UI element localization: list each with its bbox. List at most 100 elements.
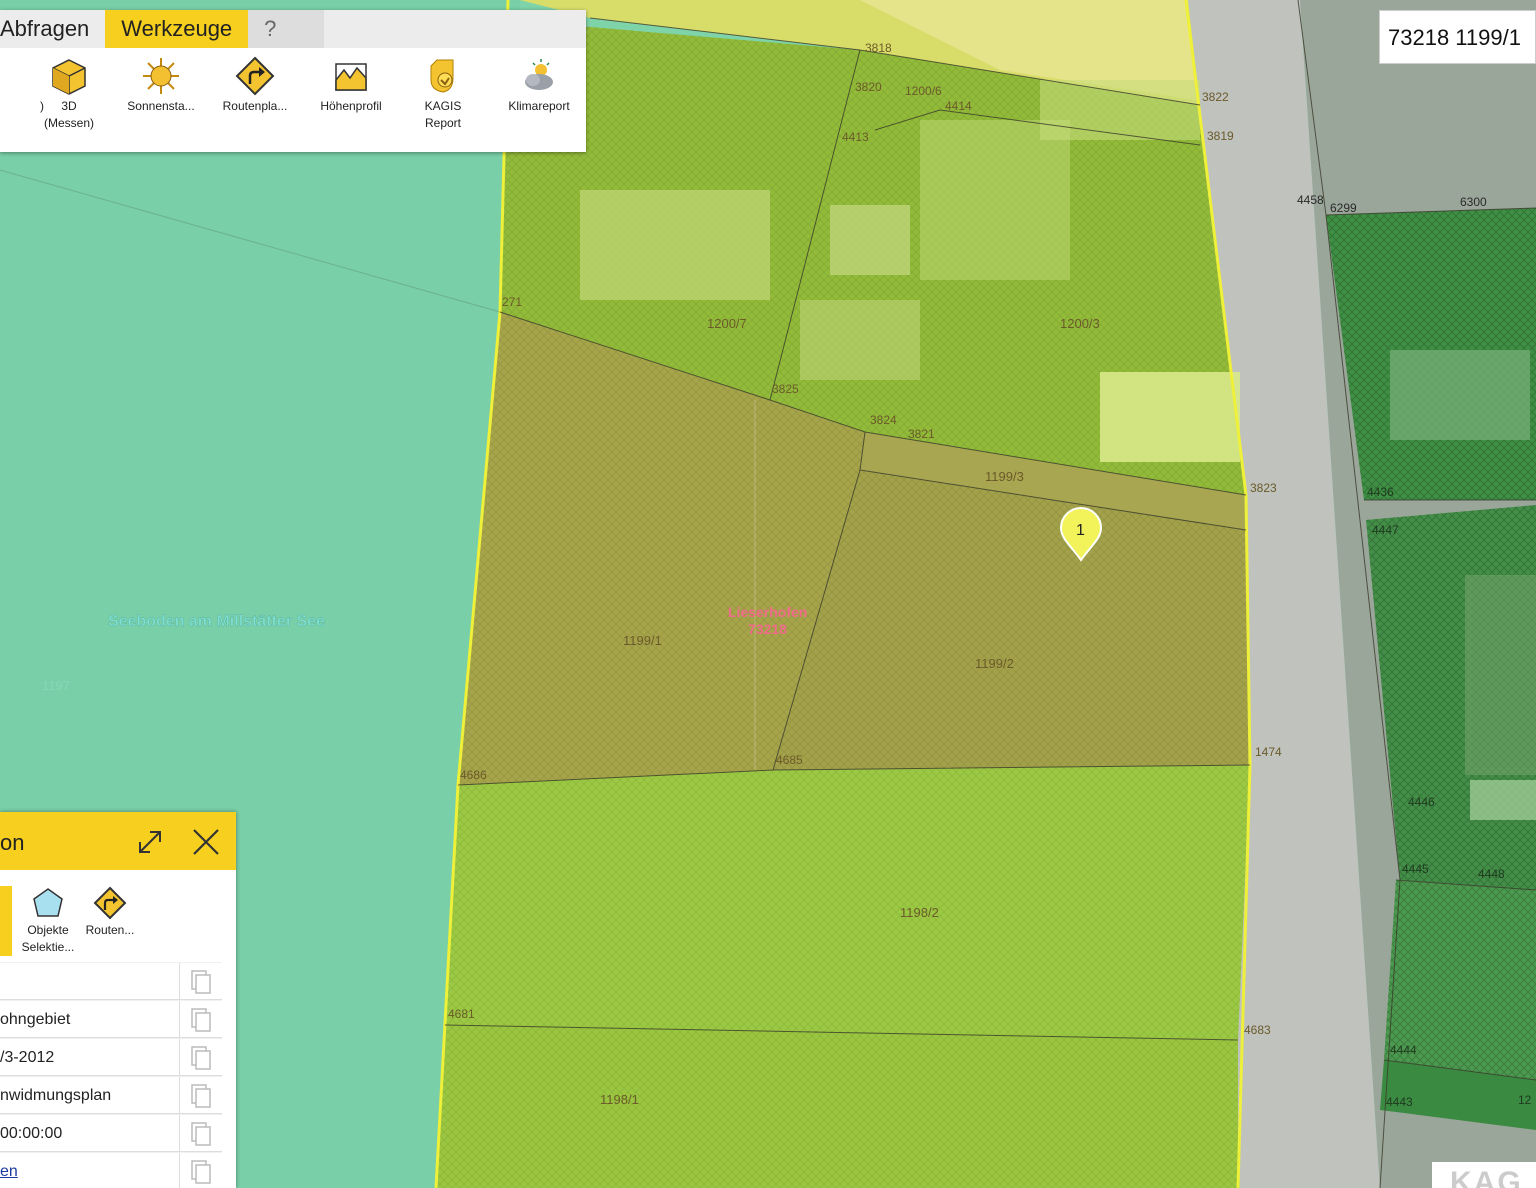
parcel-label-271: 271 — [502, 295, 522, 309]
tool-climate-report[interactable]: Klimareport — [494, 56, 584, 115]
expand-icon[interactable] — [134, 826, 166, 858]
copy-button[interactable] — [180, 1115, 222, 1151]
parcel-label-1199-2: 1199/2 — [975, 656, 1014, 671]
parcel-label-4458: 4458 — [1297, 193, 1324, 207]
copy-icon — [191, 1122, 211, 1146]
tab-werkzeuge[interactable]: Werkzeuge — [105, 10, 249, 48]
copy-button[interactable] — [180, 1001, 222, 1037]
elevation-chart-icon — [335, 63, 367, 91]
attribute-table: ohngebiet /3-2012 nwidmungsplan 00:00:00… — [0, 962, 222, 1188]
parcel-label-4444: 4444 — [1390, 1043, 1417, 1057]
parcel-label-1198-2: 1198/2 — [900, 905, 939, 920]
copy-icon — [191, 1046, 211, 1070]
parcel-label-6300: 6300 — [1460, 195, 1487, 209]
table-row: 00:00:00 — [0, 1114, 222, 1152]
close-icon[interactable] — [190, 826, 222, 858]
parcel-label-4447: 4447 — [1372, 523, 1399, 537]
copy-button[interactable] — [180, 1153, 222, 1188]
parcel-label-4448: 4448 — [1478, 867, 1505, 881]
parcel-label-12: 12 — [1518, 1093, 1532, 1107]
toolbar-tabs: Abfragen Werkzeuge ? — [0, 10, 586, 48]
tab-help[interactable]: ? — [248, 10, 325, 48]
parcel-label-1199-3: 1199/3 — [985, 469, 1024, 484]
parcel-id-label: 73218 1199/1 — [1379, 10, 1536, 64]
parcel-label-3822: 3822 — [1202, 90, 1229, 104]
parcel-label-3820: 3820 — [855, 80, 882, 94]
route-sign-icon — [93, 886, 127, 920]
copy-button[interactable] — [180, 1039, 222, 1075]
tool-label: 3D — [61, 99, 77, 113]
place-label: Seeboden am Millstätter See — [108, 613, 325, 630]
cube-icon — [52, 59, 86, 95]
panel-tool-label: Objekte — [27, 923, 69, 937]
parcel-label-3825: 3825 — [772, 382, 799, 396]
panel-tool-label: Routen... — [85, 923, 135, 937]
row-value — [0, 963, 180, 999]
panel-tool-select-objects[interactable]: Objekte Selektie... — [18, 886, 78, 956]
copy-button[interactable] — [180, 1077, 222, 1113]
panel-title: on — [0, 830, 25, 855]
parcel-label-4414: 4414 — [945, 99, 972, 113]
panel-tool-label-2: Selektie... — [21, 940, 75, 954]
tool-sun-position[interactable]: Sonnensta... — [116, 56, 206, 115]
tool-label-2: (Messen) — [43, 116, 94, 130]
toolbar: Abfragen Werkzeuge ? ) 3D (Messen) Sonne… — [0, 10, 586, 152]
table-row: en — [0, 1152, 222, 1188]
copy-icon — [191, 1008, 211, 1032]
parcel-label-1199-1: 1199/1 — [623, 633, 662, 648]
copy-icon — [191, 970, 211, 994]
toolbar-tools: ) 3D (Messen) Sonnensta... Routenpla... … — [0, 48, 586, 152]
row-value: nwidmungsplan — [0, 1077, 180, 1113]
tool-elevation-profile[interactable]: Höhenprofil — [306, 56, 396, 115]
table-row: nwidmungsplan — [0, 1076, 222, 1114]
polygon-select-icon — [33, 888, 63, 917]
parcel-label-3819: 3819 — [1207, 129, 1234, 143]
sun-icon — [143, 58, 179, 94]
parcel-label-1197: 1197 — [42, 678, 70, 693]
parcel-label-4436: 4436 — [1367, 485, 1394, 499]
info-panel: on Objekte Selektie... Routen... ohngebi… — [0, 812, 236, 1188]
tool-kagis-report[interactable]: KAGIS Report — [398, 56, 488, 132]
parcel-label-3818: 3818 — [865, 41, 892, 55]
tool-route-planner[interactable]: Routenpla... — [210, 56, 300, 115]
marker-label: 1 — [1076, 522, 1085, 539]
parcel-label-3824: 3824 — [870, 413, 897, 427]
parcel-label-1200-6: 1200/6 — [905, 84, 942, 98]
parcel-label-4446: 4446 — [1408, 795, 1435, 809]
tool-label: KAGIS — [424, 99, 462, 113]
copy-icon — [191, 1160, 211, 1184]
panel-tool-active[interactable] — [0, 886, 12, 956]
weather-icon — [525, 59, 553, 90]
row-link[interactable]: en — [0, 1153, 180, 1188]
town-code-label: 73218 — [748, 621, 787, 637]
town-label: Lieserhofen — [728, 604, 807, 620]
parcel-label-4683: 4683 — [1244, 1023, 1271, 1037]
panel-header: on — [0, 812, 236, 870]
parcel-label-4445: 4445 — [1402, 862, 1429, 876]
tool-3d-measure[interactable]: 3D (Messen) — [24, 56, 114, 132]
copy-icon — [191, 1084, 211, 1108]
parcel-label-4413: 4413 — [842, 130, 869, 144]
panel-tools: Objekte Selektie... Routen... — [0, 870, 236, 962]
parcel-label-3821: 3821 — [908, 427, 935, 441]
parcel-label-4443: 4443 — [1386, 1095, 1413, 1109]
table-row: /3-2012 — [0, 1038, 222, 1076]
parcel-label-1474: 1474 — [1255, 745, 1282, 759]
tab-abfragen[interactable]: Abfragen — [0, 10, 105, 48]
route-sign-icon — [235, 56, 275, 96]
report-icon — [430, 59, 454, 93]
panel-tool-route[interactable]: Routen... — [80, 886, 140, 939]
table-row: ohngebiet — [0, 1000, 222, 1038]
parcel-label-6299: 6299 — [1330, 201, 1357, 215]
parcel-label-4686: 4686 — [460, 768, 487, 782]
parcel-label-4685: 4685 — [776, 753, 803, 767]
row-value: 00:00:00 — [0, 1115, 180, 1151]
parcel-label-3823: 3823 — [1250, 481, 1277, 495]
row-value: ohngebiet — [0, 1001, 180, 1037]
table-row — [0, 962, 222, 1000]
copy-button[interactable] — [180, 963, 222, 999]
row-value: /3-2012 — [0, 1039, 180, 1075]
tool-label: Höhenprofil — [320, 99, 382, 113]
tool-label: Klimareport — [508, 99, 570, 113]
parcel-label-1198-1: 1198/1 — [600, 1092, 639, 1107]
